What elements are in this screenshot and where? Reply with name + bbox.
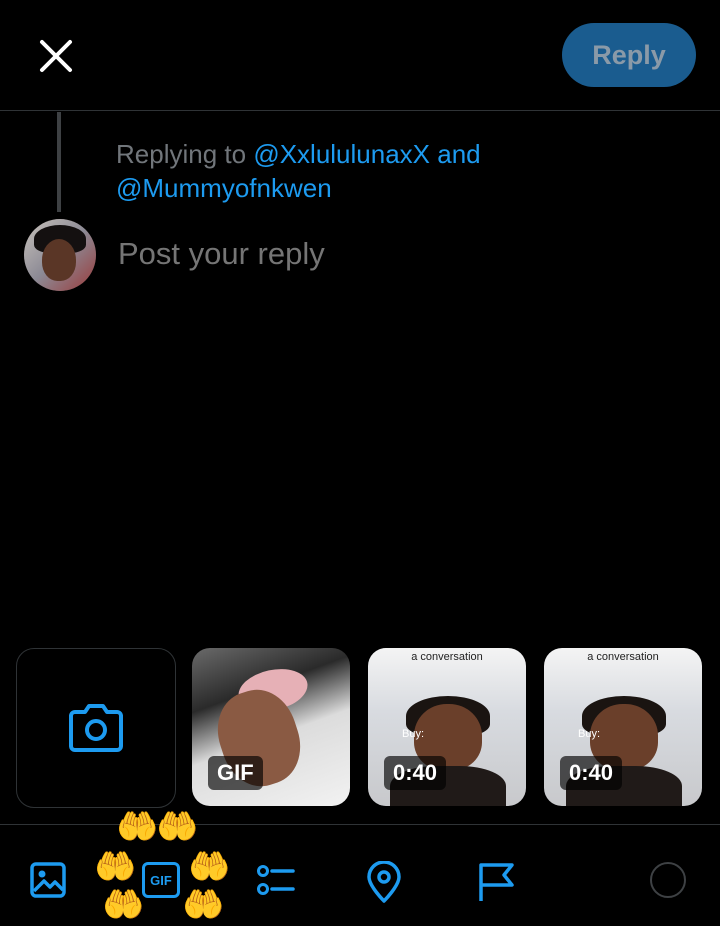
reply-input[interactable] bbox=[116, 235, 680, 273]
header-divider bbox=[0, 110, 720, 111]
replying-prefix: Replying to bbox=[116, 139, 247, 169]
video-overlay-text: Buy: bbox=[578, 728, 601, 740]
replying-to-text: Replying to @XxlululunaxX and @Mummyofnk… bbox=[116, 137, 556, 205]
video-duration-badge: 0:40 bbox=[384, 756, 447, 790]
location-icon bbox=[367, 861, 401, 903]
video-duration-badge: 0:40 bbox=[560, 756, 623, 790]
hand-emoji-icon: 🤲 bbox=[94, 848, 137, 886]
flag-icon bbox=[479, 863, 514, 901]
avatar[interactable] bbox=[24, 219, 96, 291]
add-location-button[interactable] bbox=[365, 861, 405, 903]
hand-emoji-icon: 🤲 bbox=[182, 886, 225, 924]
add-image-button[interactable] bbox=[29, 861, 69, 901]
reply-handle-2[interactable]: @Mummyofnkwen bbox=[116, 173, 332, 203]
media-video-tile[interactable]: a conversation Buy: 0:40 bbox=[544, 648, 702, 806]
camera-tile[interactable] bbox=[16, 648, 176, 808]
video-caption: a conversation bbox=[587, 651, 659, 663]
media-gif-tile[interactable]: GIF bbox=[192, 648, 350, 806]
reply-button[interactable]: Reply bbox=[562, 23, 696, 87]
media-video-tile[interactable]: a conversation Buy: 0:40 bbox=[368, 648, 526, 806]
hand-emoji-icon: 🤲 bbox=[188, 848, 231, 886]
video-overlay-text: Buy: bbox=[402, 728, 425, 740]
video-caption: a conversation bbox=[411, 651, 483, 663]
hand-emoji-icon: 🤲 bbox=[116, 808, 159, 846]
hand-emoji-icon: 🤲 bbox=[156, 808, 199, 846]
poll-icon bbox=[257, 865, 295, 895]
thread-line bbox=[57, 112, 61, 212]
hand-emoji-icon: 🤲 bbox=[102, 886, 145, 924]
top-bar: Reply bbox=[0, 0, 720, 110]
character-count-circle bbox=[650, 862, 686, 898]
close-button[interactable] bbox=[36, 36, 76, 76]
reply-conjunction[interactable]: and bbox=[437, 139, 480, 169]
close-icon bbox=[40, 40, 72, 72]
gif-icon: GIF bbox=[150, 872, 172, 888]
reply-handle-1[interactable]: @XxlululunaxX bbox=[253, 139, 430, 169]
gif-button[interactable]: GIF bbox=[142, 862, 180, 898]
camera-icon bbox=[69, 704, 123, 752]
add-poll-button[interactable] bbox=[256, 861, 296, 901]
add-flag-button[interactable] bbox=[476, 861, 516, 901]
gif-badge: GIF bbox=[208, 756, 263, 790]
image-icon bbox=[30, 862, 66, 898]
